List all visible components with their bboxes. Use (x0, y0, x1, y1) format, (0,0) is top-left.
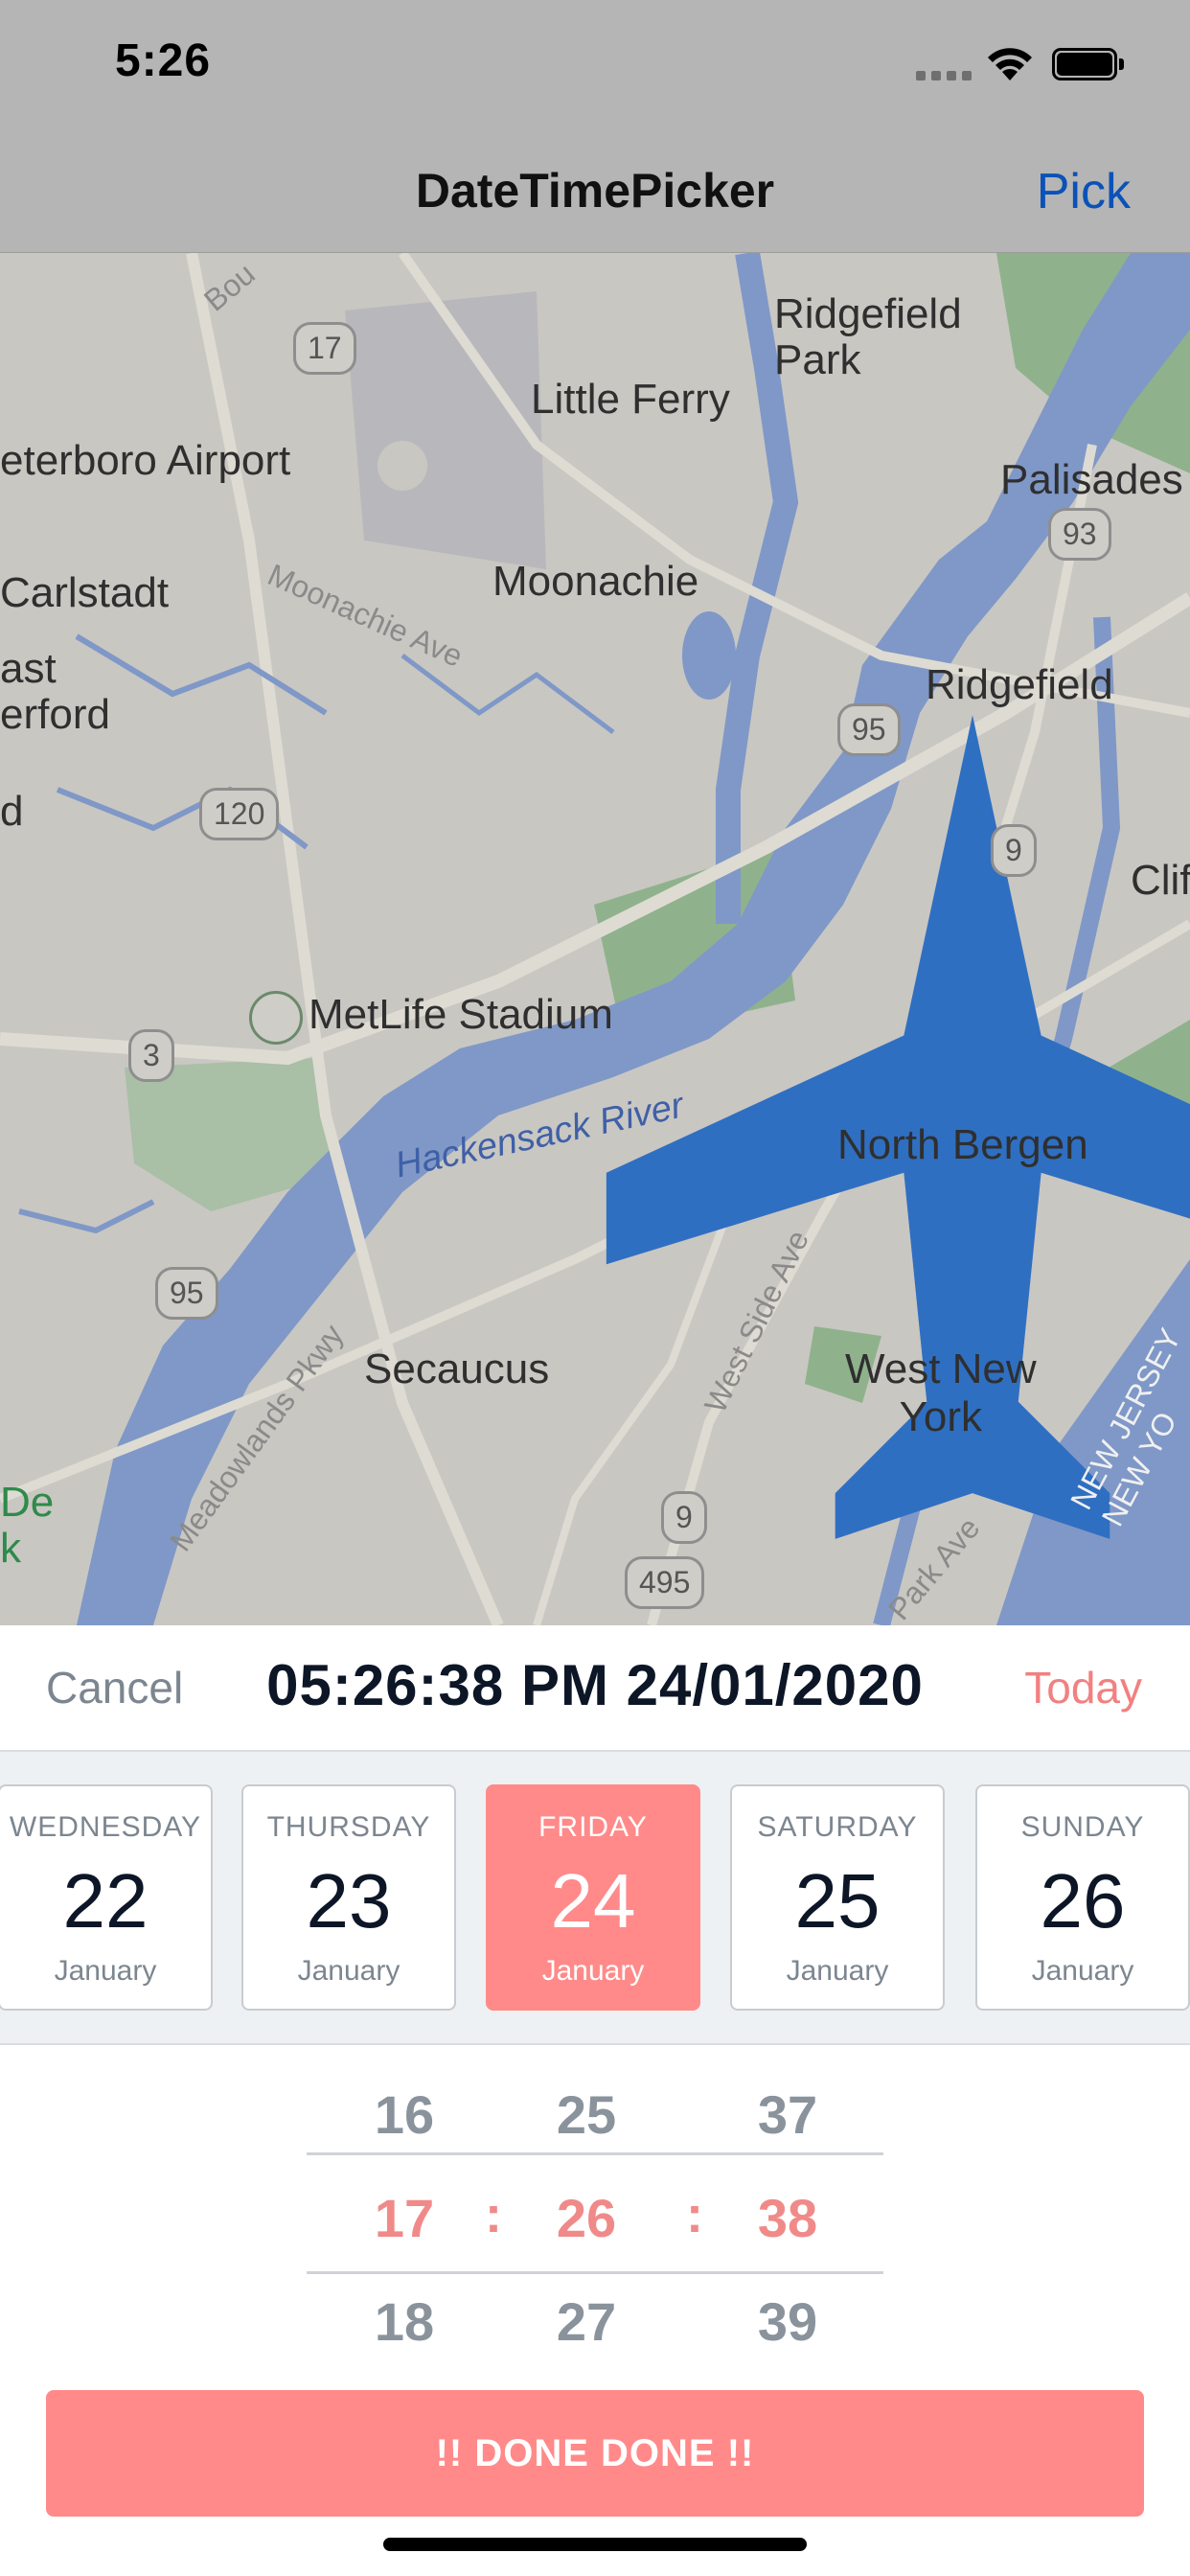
place-moonachie: Moonachie (492, 558, 699, 605)
place-secaucus: Secaucus (364, 1346, 550, 1392)
wifi-icon (988, 48, 1032, 80)
day-of-week: SUNDAY (1020, 1811, 1145, 1843)
time-separator: : (686, 2186, 703, 2243)
place-palisades: Palisades (1000, 456, 1183, 503)
home-indicator (383, 2538, 807, 2551)
map-view[interactable]: Ridgefield Park Little Ferry eterboro Ai… (0, 253, 1190, 1625)
day-number: 25 (794, 1858, 881, 1944)
day-card-wednesday[interactable]: WEDNESDAY 22 January (0, 1784, 213, 2011)
day-card-friday-selected[interactable]: FRIDAY 24 January (486, 1784, 700, 2011)
route-shield-495: 495 (625, 1556, 705, 1609)
airport-icon (378, 441, 1190, 1539)
day-strip[interactable]: WEDNESDAY 22 January THURSDAY 23 January… (0, 1752, 1190, 2045)
day-card-saturday[interactable]: SATURDAY 25 January (730, 1784, 945, 2011)
route-shield-9-south: 9 (661, 1491, 707, 1544)
day-card-thursday[interactable]: THURSDAY 23 January (241, 1784, 456, 2011)
route-shield-17: 17 (293, 322, 356, 375)
time-separator: : (485, 2186, 502, 2243)
minute-option-selected[interactable]: 26 (529, 2187, 644, 2249)
place-carlstadt: Carlstadt (0, 569, 170, 616)
picker-header: Cancel 05:26:38 PM 24/01/2020 Today (0, 1625, 1190, 1752)
day-month: January (1031, 1955, 1134, 1987)
hour-option-next[interactable]: 18 (347, 2290, 462, 2353)
selected-datetime: 05:26:38 PM 24/01/2020 (266, 1653, 924, 1717)
day-number: 24 (550, 1858, 636, 1944)
battery-icon (1052, 48, 1125, 80)
stadium-icon (249, 991, 303, 1045)
cellular-signal-icon (916, 71, 972, 80)
time-wheel: 16 17 18 : 25 26 27 : 37 38 39 (0, 2045, 1190, 2375)
place-ridgefield: Ridgefield (926, 661, 1113, 708)
day-of-week: SATURDAY (757, 1811, 918, 1843)
day-month: January (541, 1955, 645, 1987)
day-number: 22 (62, 1858, 149, 1944)
place-little-ferry: Little Ferry (531, 376, 730, 423)
day-number: 23 (306, 1858, 392, 1944)
place-d: d (0, 788, 24, 835)
day-of-week: THURSDAY (266, 1811, 431, 1843)
done-button[interactable]: !! DONE DONE !! (46, 2390, 1144, 2517)
day-number: 26 (1040, 1858, 1126, 1944)
route-shield-95-south: 95 (155, 1267, 218, 1320)
route-shield-93: 93 (1048, 508, 1111, 561)
pick-button[interactable]: Pick (1037, 163, 1131, 220)
place-metlife-stadium: MetLife Stadium (309, 991, 613, 1038)
minute-option-next[interactable]: 27 (529, 2290, 644, 2353)
place-ridgefield-park: Ridgefield Park (774, 290, 962, 383)
day-month: January (54, 1955, 157, 1987)
day-of-week: FRIDAY (538, 1811, 648, 1843)
place-teterboro-airport: eterboro Airport (0, 437, 291, 484)
day-of-week: WEDNESDAY (9, 1811, 202, 1843)
wheel-divider-top (307, 2152, 883, 2155)
today-button[interactable]: Today (1024, 1662, 1142, 1714)
hour-option-prev[interactable]: 16 (347, 2083, 462, 2146)
day-card-sunday[interactable]: SUNDAY 26 January (975, 1784, 1190, 2011)
place-north-bergen: North Bergen (837, 1121, 1088, 1168)
second-option-selected[interactable]: 38 (730, 2187, 845, 2249)
place-west-new-york: West New York (845, 1346, 1037, 1440)
status-time: 5:26 (115, 35, 212, 86)
hour-option-selected[interactable]: 17 (347, 2187, 462, 2249)
wheel-divider-bottom (307, 2271, 883, 2274)
route-shield-120: 120 (199, 788, 280, 840)
day-month: January (297, 1955, 400, 1987)
day-month: January (786, 1955, 889, 1987)
route-shield-9: 9 (991, 824, 1037, 877)
second-option-next[interactable]: 39 (730, 2290, 845, 2353)
place-cliff: Clif (1131, 857, 1190, 904)
route-shield-3: 3 (128, 1029, 174, 1082)
minute-option-prev[interactable]: 25 (529, 2083, 644, 2146)
second-option-prev[interactable]: 37 (730, 2083, 845, 2146)
route-shield-95: 95 (837, 703, 901, 756)
navigation-bar: DateTimePicker Pick (0, 126, 1190, 253)
status-bar: 5:26 (0, 0, 1190, 126)
place-de-k: De k (0, 1479, 55, 1572)
page-title: DateTimePicker (415, 164, 775, 218)
place-east-rutherford: ast erford (0, 645, 110, 738)
